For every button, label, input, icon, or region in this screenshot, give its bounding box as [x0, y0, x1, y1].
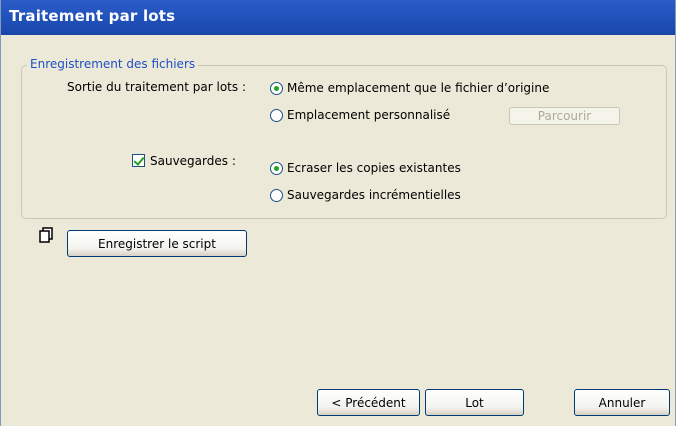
previous-button-label: < Précédent	[331, 395, 406, 410]
radio-overwrite-copies-label: Ecraser les copies existantes	[287, 161, 461, 175]
save-script-button-label: Enregistrer le script	[98, 236, 216, 251]
radio-incremental-backups-label: Sauvegardes incrémentielles	[287, 188, 461, 202]
radio-selected-icon	[270, 81, 283, 95]
batch-dialog: Traitement par lots Enregistrement des f…	[0, 0, 676, 426]
batch-button[interactable]: Lot	[425, 389, 524, 416]
radio-incremental-backups[interactable]: Sauvegardes incrémentielles	[270, 186, 461, 204]
radio-unselected-icon	[270, 188, 283, 202]
batch-button-label: Lot	[465, 395, 484, 410]
previous-button[interactable]: < Précédent	[317, 389, 420, 416]
title-bar[interactable]: Traitement par lots	[1, 0, 675, 35]
backups-checkbox[interactable]	[132, 154, 145, 167]
browse-button-label: Parcourir	[537, 109, 592, 123]
radio-unselected-icon	[270, 108, 283, 122]
radio-overwrite-copies[interactable]: Ecraser les copies existantes	[270, 159, 461, 177]
radio-custom-location-label: Emplacement personnalisé	[287, 108, 451, 122]
backups-label: Sauvegardes :	[150, 154, 236, 168]
group-legend: Enregistrement des fichiers	[27, 57, 199, 71]
radio-custom-location[interactable]: Emplacement personnalisé	[270, 106, 450, 124]
copy-pages-icon	[39, 227, 53, 243]
cancel-button-label: Annuler	[598, 395, 646, 410]
output-label: Sortie du traitement par lots :	[67, 80, 246, 94]
radio-same-location[interactable]: Même emplacement que le fichier d’origin…	[270, 79, 549, 97]
radio-selected-icon	[270, 161, 283, 175]
window-title: Traitement par lots	[9, 7, 176, 25]
cancel-button[interactable]: Annuler	[574, 389, 670, 416]
browse-button[interactable]: Parcourir	[509, 107, 620, 125]
save-script-button[interactable]: Enregistrer le script	[67, 230, 247, 257]
radio-same-location-label: Même emplacement que le fichier d’origin…	[287, 81, 550, 95]
